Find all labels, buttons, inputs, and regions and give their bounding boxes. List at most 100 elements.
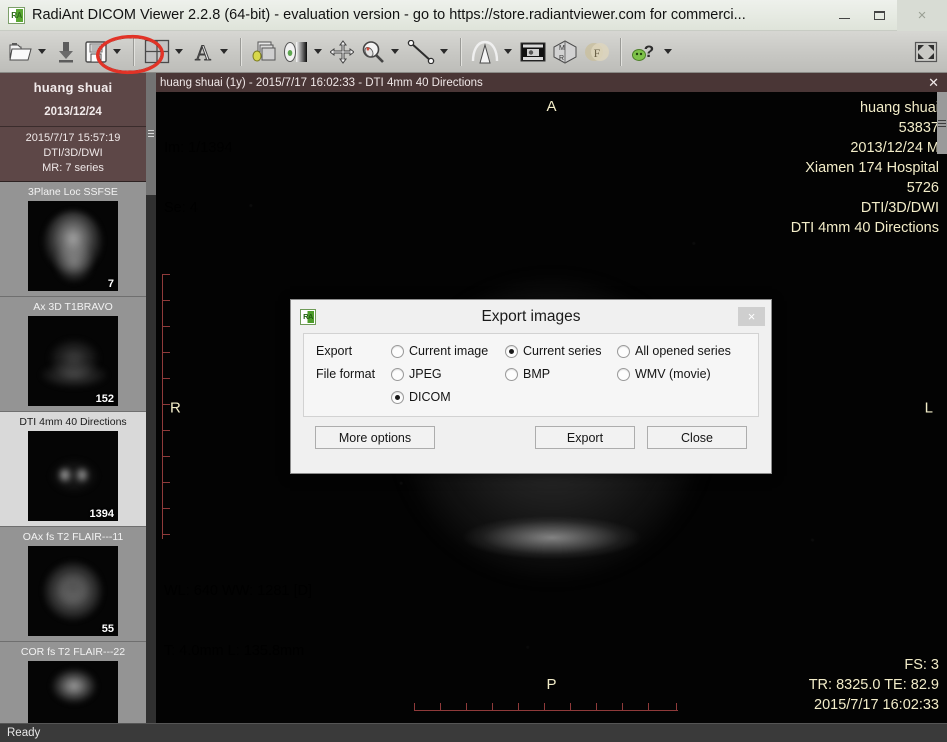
svg-text:F: F <box>594 46 601 60</box>
radio-jpeg[interactable]: JPEG <box>391 367 505 381</box>
toolbar-group-layout: A <box>141 36 233 68</box>
fullscreen-icon[interactable] <box>911 36 941 68</box>
measure-ruler-icon[interactable] <box>404 36 438 68</box>
pan-move-icon[interactable] <box>327 36 357 68</box>
text-annotation-dropdown-icon[interactable] <box>220 49 228 54</box>
series-thumbnail[interactable]: 152 <box>28 315 118 406</box>
radio-button-icon[interactable] <box>391 344 404 358</box>
toolbar-group-tools <box>248 36 453 68</box>
save-export-dropdown-icon[interactable] <box>113 49 121 54</box>
mpr-icon[interactable] <box>468 36 502 68</box>
toolbar-separator <box>620 37 621 66</box>
dialog-title: Export images <box>481 307 581 325</box>
open-folder-dropdown-icon[interactable] <box>38 49 46 54</box>
text-annotation-icon[interactable]: A <box>188 36 218 68</box>
study-datetime: 2015/7/17 15:57:19 <box>25 132 121 144</box>
layout-dropdown-icon[interactable] <box>175 49 183 54</box>
movie-icon[interactable] <box>517 36 549 68</box>
status-text: Ready <box>7 727 41 739</box>
toolbar-separator <box>460 37 461 66</box>
export-options-group: Export Current image Current series All … <box>303 333 759 417</box>
volume-3d-icon[interactable]: M R <box>549 36 581 68</box>
overlay-top-right: huang shuai 53837 2013/12/24 M Xiamen 17… <box>790 100 939 236</box>
export-target-row: Export Current image Current series All … <box>316 344 746 358</box>
series-label: OAx fs T2 FLAIR---11 <box>22 530 124 543</box>
toolbar-group-advanced: M R F <box>468 36 613 68</box>
zoom-dropdown-icon[interactable] <box>391 49 399 54</box>
layout-grid-icon[interactable] <box>141 36 173 68</box>
viewer-scrollbar-grip-icon <box>937 92 947 127</box>
radio-bmp[interactable]: BMP <box>505 367 617 381</box>
radio-button-icon[interactable] <box>505 344 518 358</box>
radio-button-icon[interactable] <box>391 390 404 404</box>
overlay-bottom-right: FS: 3 TR: 8325.0 TE: 82.9 2015/7/17 16:0… <box>808 657 939 713</box>
series-image-count: 7 <box>107 277 114 290</box>
radio-dicom[interactable]: DICOM <box>391 390 505 404</box>
overlay-top-left: Im: 1/1394 Se: 4 <box>164 98 233 258</box>
app-logo-icon: RA <box>8 6 25 24</box>
radio-button-icon[interactable] <box>391 367 404 381</box>
series-item-dti-4mm-40-directions[interactable]: DTI 4mm 40 Directions 1394 <box>0 411 146 527</box>
export-button[interactable]: Export <box>535 426 635 449</box>
maximize-icon[interactable] <box>862 0 897 31</box>
series-item-oax-fs-t2-flair[interactable]: OAx fs T2 FLAIR---11 55 <box>0 526 146 642</box>
fusion-icon[interactable]: F <box>581 36 613 68</box>
dialog-body: Export Current image Current series All … <box>291 333 771 449</box>
viewer-tab-close-icon[interactable]: ✕ <box>924 76 943 89</box>
series-label: DTI 4mm 40 Directions <box>19 415 127 428</box>
close-icon[interactable]: × <box>897 0 947 31</box>
file-format-row-2: DICOM <box>316 390 746 404</box>
radio-button-icon[interactable] <box>505 367 518 381</box>
series-label: COR fs T2 FLAIR---22 <box>20 645 126 658</box>
window-level-icon[interactable] <box>280 36 312 68</box>
sidebar-scrollbar[interactable] <box>146 73 156 723</box>
series-label: Ax 3D T1BRAVO <box>33 300 113 313</box>
sidebar-scrollbar-thumb[interactable] <box>146 73 156 195</box>
zoom-magnifier-icon[interactable] <box>357 36 389 68</box>
file-format-label: File format <box>316 367 376 381</box>
radio-all-opened-series[interactable]: All opened series <box>617 344 731 358</box>
mpr-dropdown-icon[interactable] <box>504 49 512 54</box>
radio-current-image[interactable]: Current image <box>391 344 505 358</box>
series-thumbnail[interactable]: 1394 <box>28 430 118 521</box>
download-icon[interactable] <box>51 36 81 68</box>
series-item-3plane-loc-ssfse[interactable]: 3Plane Loc SSFSE 7 <box>0 181 146 297</box>
status-bar: Ready <box>0 723 947 742</box>
minimize-icon[interactable] <box>827 0 862 31</box>
viewer-tab[interactable]: huang shuai (1y) - 2015/7/17 16:02:33 - … <box>156 73 947 92</box>
series-item-cor-fs-t2-flair[interactable]: COR fs T2 FLAIR---22 <box>0 641 146 723</box>
radio-current-series[interactable]: Current series <box>505 344 617 358</box>
more-options-button[interactable]: More options <box>315 426 435 449</box>
study-series-count: MR: 7 series <box>42 161 104 174</box>
series-list: 3Plane Loc SSFSE 7 Ax 3D T1BRAVO 152 DTI… <box>0 181 146 723</box>
scrollbar-grip-icon <box>148 130 154 137</box>
radio-button-icon[interactable] <box>617 367 630 381</box>
patient-birth-date: 2013/12/24 <box>44 106 102 118</box>
svg-text:A: A <box>195 40 211 64</box>
toolbar-right-group <box>911 36 941 68</box>
help-icon[interactable]: ? <box>628 36 662 68</box>
series-thumbnail[interactable]: 7 <box>28 200 118 291</box>
export-images-dialog: RA Export images × Export Current image … <box>290 299 772 474</box>
open-folder-icon[interactable] <box>6 36 36 68</box>
radio-button-icon[interactable] <box>617 344 630 358</box>
close-button[interactable]: Close <box>647 426 747 449</box>
study-header[interactable]: 2015/7/17 15:57:19 DTI/3D/DWI MR: 7 seri… <box>0 127 146 182</box>
series-item-ax-3d-t1bravo[interactable]: Ax 3D T1BRAVO 152 <box>0 296 146 412</box>
window-level-dropdown-icon[interactable] <box>314 49 322 54</box>
series-thumbnail[interactable]: 55 <box>28 545 118 636</box>
radio-wmv-movie[interactable]: WMV (movie) <box>617 367 711 381</box>
overlay-image-number: Im: 1/1394 <box>164 140 233 156</box>
application-window: RA RadiAnt DICOM Viewer 2.2.8 (64-bit) -… <box>0 0 947 742</box>
svg-text:R: R <box>559 55 564 62</box>
measure-dropdown-icon[interactable] <box>440 49 448 54</box>
patient-header[interactable]: huang shuai 2013/12/24 <box>0 73 146 127</box>
orientation-marker-right: R <box>170 399 181 416</box>
radio-label: BMP <box>523 367 551 381</box>
copy-series-icon[interactable] <box>248 36 280 68</box>
help-dropdown-icon[interactable] <box>664 49 672 54</box>
viewer-tab-title: huang shuai (1y) - 2015/7/17 16:02:33 - … <box>160 76 483 89</box>
viewer-scrollbar[interactable] <box>937 92 947 154</box>
series-thumbnail[interactable] <box>28 660 118 723</box>
save-export-icon[interactable] <box>81 36 111 68</box>
